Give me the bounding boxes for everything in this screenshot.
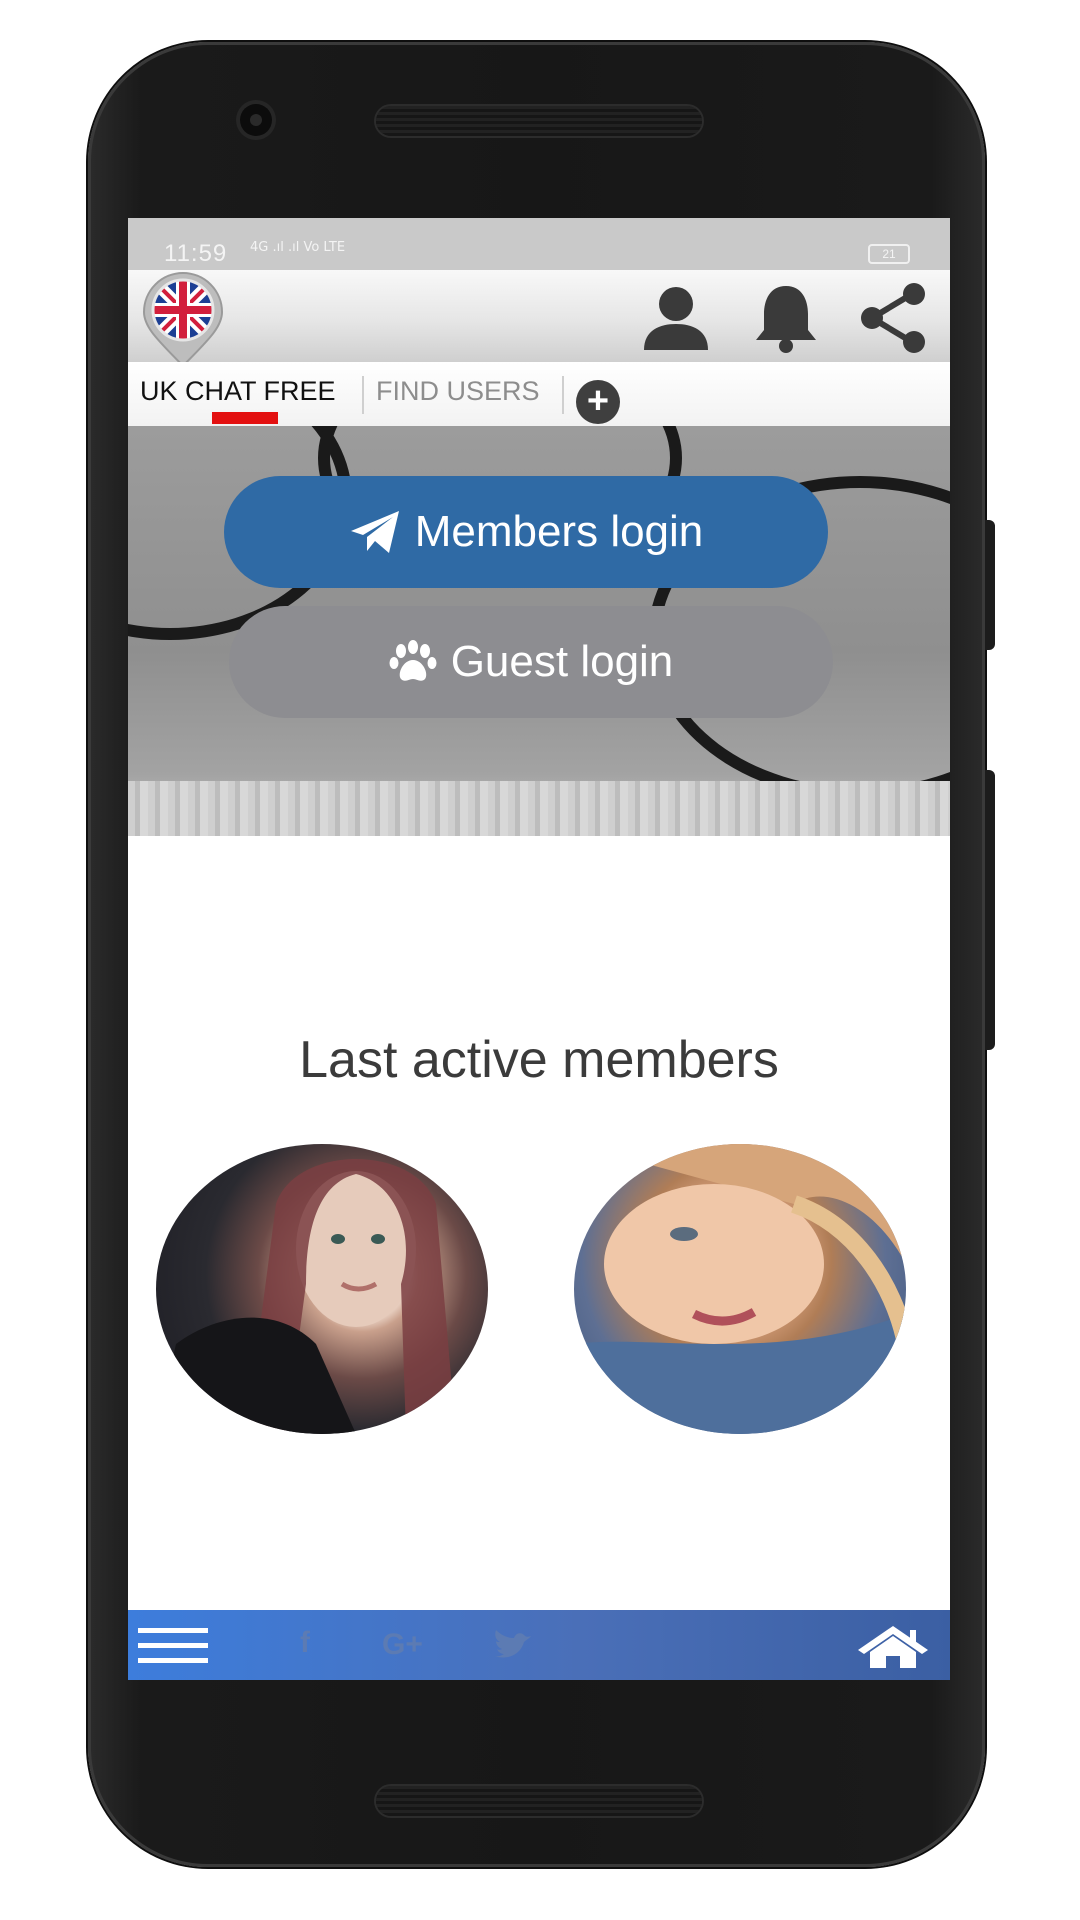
tab-uk-chat-free[interactable]: UK CHAT FREE (140, 376, 336, 407)
twitter-icon[interactable] (492, 1630, 532, 1662)
volume-button (985, 770, 995, 1050)
power-button (985, 520, 995, 650)
guest-login-button[interactable]: Guest login (229, 606, 833, 718)
tab-divider (362, 376, 364, 414)
app-top-bar (128, 270, 950, 362)
user-icon[interactable] (636, 278, 716, 358)
front-camera (240, 104, 272, 136)
tab-divider (562, 376, 564, 414)
bottom-speaker (376, 1786, 702, 1816)
active-tab-indicator (212, 412, 278, 424)
section-title: Last active members (299, 1031, 779, 1089)
status-time: 11:59 (164, 240, 228, 267)
facebook-icon[interactable]: f (300, 1626, 310, 1660)
member-photo-1[interactable] (156, 1144, 488, 1434)
share-icon[interactable] (854, 278, 934, 358)
member-avatar-1 (156, 1159, 456, 1434)
member-photo-2[interactable] (574, 1144, 906, 1434)
members-login-label: Members login (414, 507, 704, 556)
status-bar: 11:59 4G .ıl .ıl Vo LTE 21 (128, 218, 950, 270)
members-login-button[interactable]: Members login (224, 476, 828, 588)
paper-plane-icon (350, 511, 399, 553)
uk-flag-pin-icon[interactable] (140, 272, 226, 368)
tab-find-users[interactable]: FIND USERS (376, 376, 540, 407)
menu-icon[interactable] (138, 1628, 208, 1664)
screen: 11:59 4G .ıl .ıl Vo LTE 21 UK CHAT FREE … (128, 218, 950, 1680)
hero-texture-strip (128, 781, 950, 836)
member-avatar-2 (574, 1144, 906, 1434)
google-plus-icon[interactable]: G+ (382, 1628, 423, 1662)
plus-icon[interactable]: + (576, 380, 620, 424)
guest-login-label: Guest login (450, 637, 674, 686)
signal-indicator: 4G .ıl .ıl Vo LTE (250, 240, 346, 255)
battery-indicator: 21 (868, 244, 910, 264)
paw-icon (389, 640, 437, 681)
home-icon[interactable] (856, 1624, 930, 1668)
top-speaker (376, 106, 702, 136)
bottom-bar: f G+ (128, 1610, 950, 1680)
bell-icon[interactable] (746, 278, 826, 358)
